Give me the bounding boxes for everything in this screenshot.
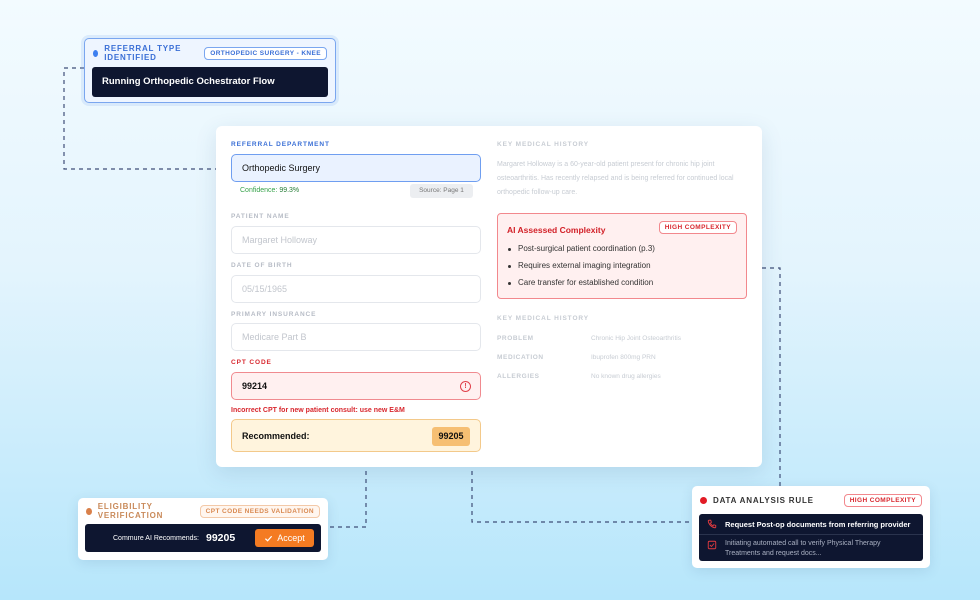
history-key: MEDICATION [497,354,544,361]
eligibility-badge: CPT CODE NEEDS VALIDATION [199,504,320,518]
cpt-error-message: Incorrect CPT for new patient consult: u… [231,407,405,414]
check-icon [265,535,273,542]
complexity-item: Post-surgical patient coordination (p.3) [508,243,655,260]
status-dot [700,496,707,504]
eligibility-card: ELIGIBILITY VERIFICATION CPT CODE NEEDS … [78,498,328,560]
data-analysis-card: DATA ANALYSIS RULE HIGH COMPLEXITY Reque… [692,486,930,568]
complexity-item: Requires external imaging integration [508,260,655,277]
complexity-list: Post-surgical patient coordination (p.3)… [508,243,655,294]
referral-type-label: REFERRAL TYPE IDENTIFIED [104,44,182,62]
status-dot [93,49,99,57]
eligibility-label: ELIGIBILITY VERIFICATION [97,502,164,520]
history-value: Chronic Hip Joint Osteoarthritis [591,335,681,342]
medical-history-table-label: KEY MEDICAL HISTORY [497,315,589,322]
recommended-code[interactable]: 99205 [432,427,470,446]
referral-form-panel: REFERRAL DEPARTMENT Orthopedic Surgery C… [216,126,762,467]
phone-icon [707,519,717,529]
ai-recommends-value: 99205 [205,532,236,544]
status-dot [86,507,92,515]
medical-history-label: KEY MEDICAL HISTORY [497,141,589,148]
history-key: ALLERGIES [497,373,540,380]
complexity-title: AI Assessed Complexity [507,225,606,235]
dob-label: DATE OF BIRTH [231,262,293,269]
cpt-code-label: CPT CODE [231,359,272,366]
action-item[interactable]: Request Post-op documents from referring… [699,514,923,535]
checkbox-icon [707,540,717,550]
data-rule-label: DATA ANALYSIS RULE [713,495,814,505]
referral-status-bar: Running Orthopedic Ochestrator Flow [92,67,328,97]
action-item-text: Initiating automated call to verify Phys… [725,540,881,557]
insurance-field[interactable]: Medicare Part B [231,323,481,351]
recommended-label: Recommended: [242,431,310,441]
history-value: Ibuprofen 800mg PRN [591,354,656,361]
insurance-label: PRIMARY INSURANCE [231,311,317,318]
complexity-item: Care transfer for established condition [508,277,655,294]
referral-type-badge: ORTHOPEDIC SURGERY - KNEE [204,46,327,60]
alert-circle-icon: ! [460,381,471,392]
referral-department-label: REFERRAL DEPARTMENT [231,141,330,148]
history-key: PROBLEM [497,335,534,342]
data-rule-actions: Request Post-op documents from referring… [699,514,923,561]
confidence-label: Confidence: [240,187,278,194]
cpt-code-field[interactable]: 99214 ! [231,372,481,400]
action-item[interactable]: Initiating automated call to verify Phys… [699,535,923,561]
complexity-box: AI Assessed Complexity HIGH COMPLEXITY P… [497,213,747,299]
patient-name-field[interactable]: Margaret Holloway [231,226,481,254]
history-value: No known drug allergies [591,373,661,380]
patient-name-label: PATIENT NAME [231,213,290,220]
dob-field[interactable]: 05/15/1965 [231,275,481,303]
confidence-text: Confidence: 99.3% [240,187,299,194]
eligibility-recommend-bar: Commure AI Recommends: 99205 Accept [85,524,321,552]
data-rule-badge: HIGH COMPLEXITY [843,493,922,507]
accept-label: Accept [277,533,305,543]
complexity-badge: HIGH COMPLEXITY [658,221,737,234]
medical-history-text: Margaret Holloway is a 60-year-old patie… [497,161,734,196]
referral-department-field[interactable]: Orthopedic Surgery [231,154,481,182]
ai-recommends-label: Commure AI Recommends: [113,534,199,542]
accept-button[interactable]: Accept [255,529,314,547]
confidence-value: 99.3% [279,187,300,194]
referral-type-card: REFERRAL TYPE IDENTIFIED ORTHOPEDIC SURG… [84,38,336,103]
recommended-box[interactable]: Recommended: 99205 [231,419,481,452]
source-chip[interactable]: Source: Page 1 [410,184,473,198]
cpt-code-value: 99214 [242,381,268,391]
action-item-text: Request Post-op documents from referring… [725,519,911,529]
